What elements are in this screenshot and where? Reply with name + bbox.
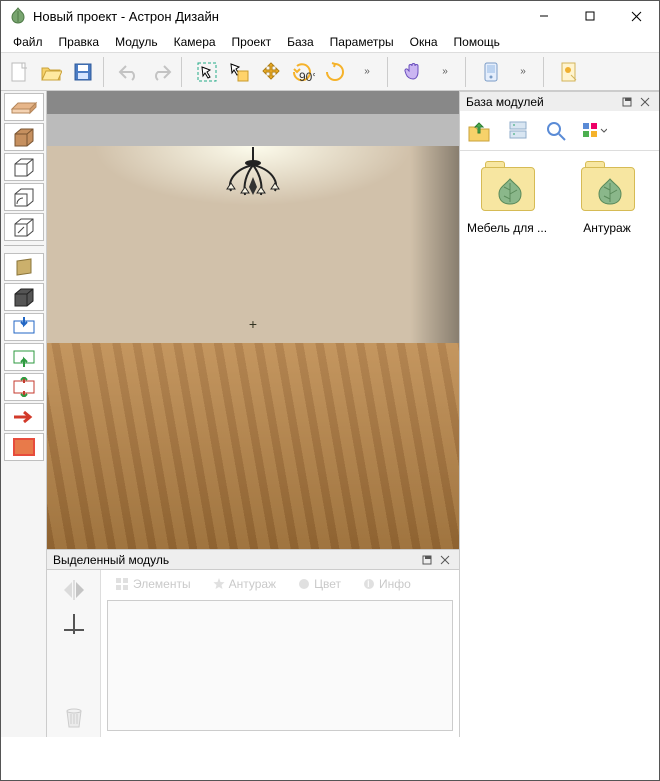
- close-button[interactable]: [613, 1, 659, 31]
- tab-entourage[interactable]: Антураж: [207, 575, 283, 593]
- folder-up-button[interactable]: [465, 116, 495, 146]
- tool-insert-both[interactable]: [4, 373, 44, 401]
- rotate-90-button[interactable]: 90°: [288, 57, 318, 87]
- tool-insert-down[interactable]: [4, 313, 44, 341]
- app-icon: [9, 7, 27, 25]
- menu-project[interactable]: Проект: [224, 33, 280, 51]
- tool-box[interactable]: [4, 123, 44, 151]
- rotate-button[interactable]: [320, 57, 350, 87]
- new-button[interactable]: [4, 57, 34, 87]
- right-panel-title: База модулей: [466, 95, 544, 109]
- chandelier-icon: [213, 147, 293, 217]
- right-panel-toolbar: [460, 111, 659, 151]
- move-button[interactable]: [256, 57, 286, 87]
- select-button[interactable]: [192, 57, 222, 87]
- select-add-button[interactable]: [224, 57, 254, 87]
- module-panel-title: Выделенный модуль: [53, 553, 169, 567]
- menu-bar: Файл Правка Модуль Камера Проект База Па…: [1, 31, 659, 53]
- device-button[interactable]: [476, 57, 506, 87]
- right-panel-header: База модулей: [460, 91, 659, 111]
- tool-arrow-right[interactable]: [4, 403, 44, 431]
- tool-insert-up[interactable]: [4, 343, 44, 371]
- module-panel-body: [107, 600, 453, 731]
- folder-icon: [475, 161, 539, 217]
- server-button[interactable]: [503, 116, 533, 146]
- save-button[interactable]: [68, 57, 98, 87]
- alignment-icon[interactable]: [60, 610, 88, 638]
- tool-dark-box[interactable]: [4, 283, 44, 311]
- tab-color[interactable]: Цвет: [292, 575, 347, 593]
- open-button[interactable]: [36, 57, 66, 87]
- tool-fill[interactable]: [4, 433, 44, 461]
- 3d-viewport[interactable]: +: [47, 91, 459, 549]
- grid-icon: [115, 577, 129, 591]
- tab-info-label: Инфо: [379, 577, 411, 591]
- tool-panel[interactable]: [4, 253, 44, 281]
- menu-file[interactable]: Файл: [5, 33, 51, 51]
- menu-edit[interactable]: Правка: [51, 33, 108, 51]
- tool-mirror-box[interactable]: [4, 213, 44, 241]
- tab-elements-label: Элементы: [133, 577, 191, 591]
- tab-entourage-label: Антураж: [229, 577, 277, 591]
- tool-angle-box[interactable]: [4, 183, 44, 211]
- info-icon: i: [363, 578, 375, 590]
- folder-label: Антураж: [566, 221, 648, 235]
- folder-label: Мебель для ...: [466, 221, 548, 235]
- toolbar-more-2[interactable]: »: [430, 57, 460, 87]
- redo-button[interactable]: [146, 57, 176, 87]
- module-panel-tabs: Элементы Антураж Цвет i Инфо: [101, 570, 459, 598]
- window-title: Новый проект - Астрон Дизайн: [33, 9, 521, 24]
- menu-camera[interactable]: Камера: [166, 33, 224, 51]
- view-options-button[interactable]: [579, 116, 609, 146]
- module-panel-header: Выделенный модуль: [47, 549, 459, 569]
- toolbar-more-3[interactable]: »: [508, 57, 538, 87]
- tab-info[interactable]: i Инфо: [357, 575, 417, 593]
- star-icon: [213, 578, 225, 590]
- module-panel-side: [47, 570, 101, 737]
- tool-box-outline[interactable]: [4, 153, 44, 181]
- window-buttons: [521, 1, 659, 31]
- trash-icon[interactable]: [54, 703, 94, 731]
- folder-entourage[interactable]: Антураж: [566, 161, 648, 235]
- left-tool-strip: [1, 91, 47, 737]
- mirror-toggle-icon[interactable]: [54, 576, 94, 604]
- tab-color-label: Цвет: [314, 577, 341, 591]
- menu-windows[interactable]: Окна: [402, 33, 446, 51]
- minimize-button[interactable]: [521, 1, 567, 31]
- main-toolbar: 90° » » »: [1, 53, 659, 91]
- folder-icon: [575, 161, 639, 217]
- folder-furniture[interactable]: Мебель для ...: [466, 161, 548, 235]
- maximize-button[interactable]: [567, 1, 613, 31]
- module-library-body: Мебель для ... Антураж: [460, 151, 659, 737]
- module-panel-close-icon[interactable]: [437, 552, 453, 568]
- undo-button[interactable]: [114, 57, 144, 87]
- svg-text:90°: 90°: [299, 70, 315, 84]
- pan-hand-button[interactable]: [398, 57, 428, 87]
- toolbar-more-1[interactable]: »: [352, 57, 382, 87]
- menu-params[interactable]: Параметры: [322, 33, 402, 51]
- module-panel: Элементы Антураж Цвет i Инфо: [47, 569, 459, 737]
- module-panel-dock-icon[interactable]: [419, 552, 435, 568]
- svg-text:i: i: [367, 578, 370, 590]
- tool-slab[interactable]: [4, 93, 44, 121]
- menu-base[interactable]: База: [279, 33, 322, 51]
- menu-module[interactable]: Модуль: [107, 33, 166, 51]
- menu-help[interactable]: Помощь: [446, 33, 508, 51]
- palette-icon: [298, 578, 310, 590]
- search-button[interactable]: [541, 116, 571, 146]
- tab-elements[interactable]: Элементы: [109, 575, 197, 593]
- title-bar: Новый проект - Астрон Дизайн: [1, 1, 659, 31]
- viewport-crosshair: +: [249, 316, 257, 332]
- right-panel-dock-icon[interactable]: [619, 94, 635, 110]
- right-panel-close-icon[interactable]: [637, 94, 653, 110]
- export-button[interactable]: [554, 57, 584, 87]
